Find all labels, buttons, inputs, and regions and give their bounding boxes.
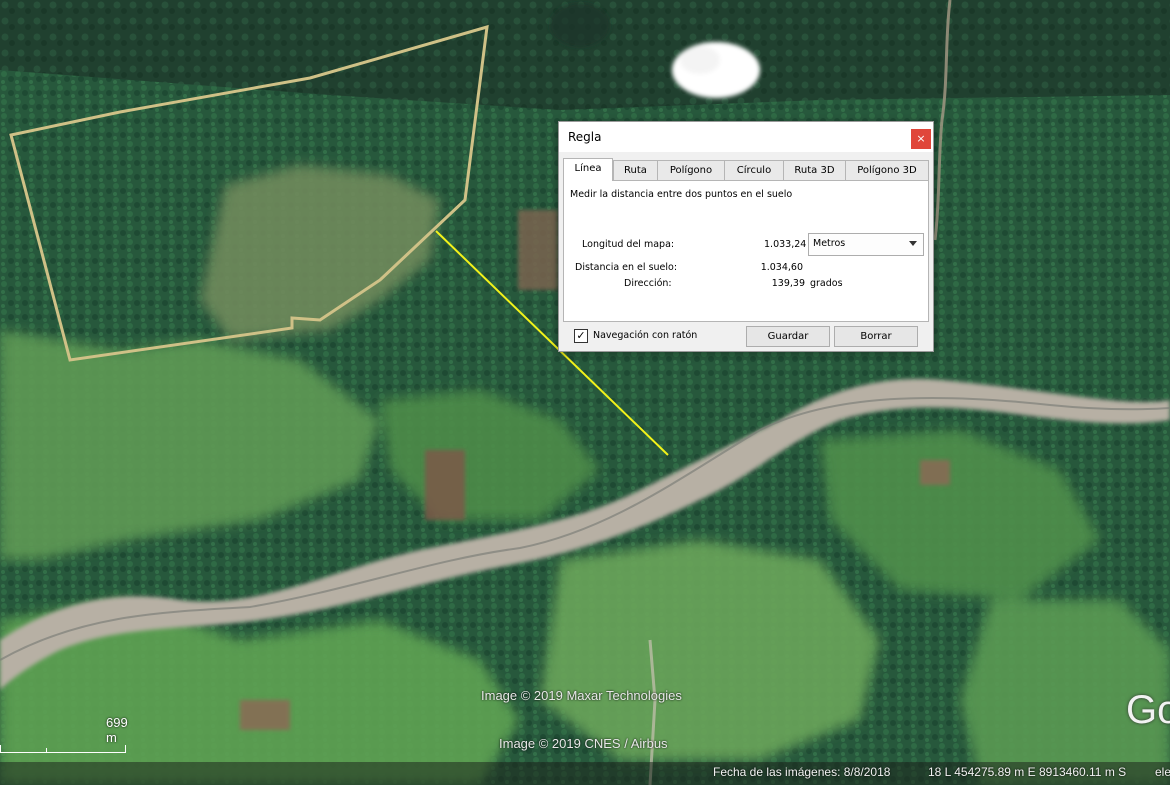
tab-poligono-3d[interactable]: Polígono 3D [845, 160, 929, 180]
imagery-credit-cnes: Image © 2019 CNES / Airbus [499, 736, 668, 751]
scale-label: 699 m [106, 715, 128, 745]
save-button[interactable]: Guardar [746, 326, 830, 347]
clear-button[interactable]: Borrar [834, 326, 918, 347]
mouse-navigation-label: Navegación con ratón [593, 330, 698, 341]
scale-line [0, 752, 126, 753]
scale-tick-end [125, 745, 126, 753]
tab-ruta-3d[interactable]: Ruta 3D [783, 160, 846, 180]
ruler-dialog: Regla × Línea Ruta Polígono Círculo Ruta… [558, 121, 934, 352]
scale-bar: 699 m [0, 715, 128, 755]
unit-select[interactable]: Metros [808, 233, 924, 256]
chevron-down-icon [909, 241, 917, 246]
direction-label: Dirección: [624, 278, 672, 289]
google-logo: Go [1126, 688, 1170, 732]
map-length-label: Longitud del mapa: [582, 239, 675, 250]
scale-tick-start [0, 745, 1, 753]
imagery-credit-maxar: Image © 2019 Maxar Technologies [481, 688, 682, 703]
tab-panel-linea: Medir la distancia entre dos puntos en e… [563, 180, 929, 322]
tab-circulo[interactable]: Círculo [724, 160, 784, 180]
close-button[interactable]: × [911, 129, 931, 149]
tab-ruta[interactable]: Ruta [613, 160, 658, 180]
ruler-tabs: Línea Ruta Polígono Círculo Ruta 3D Polí… [563, 158, 929, 181]
scale-tick-mid [46, 748, 47, 753]
ground-distance-label: Distancia en el suelo: [575, 262, 678, 273]
direction-unit: grados [810, 278, 843, 289]
mouse-navigation-checkbox[interactable]: ✓ [574, 329, 588, 343]
map-length-value: 1.033,24 [764, 239, 807, 250]
ground-distance-value: 1.034,60 [760, 262, 803, 273]
unit-select-value: Metros [813, 238, 846, 249]
cursor-coordinates: 18 L 454275.89 m E 8913460.11 m S [928, 765, 1127, 779]
tab-linea[interactable]: Línea [563, 158, 613, 181]
elevation-readout: ele [1155, 765, 1170, 779]
close-icon: × [916, 132, 926, 145]
dialog-title: Regla [568, 130, 602, 144]
imagery-date: Fecha de las imágenes: 8/8/2018 [713, 765, 891, 779]
tab-poligono[interactable]: Polígono [657, 160, 725, 180]
tab-description: Medir la distancia entre dos puntos en e… [570, 189, 793, 200]
checkmark-icon: ✓ [576, 329, 586, 342]
dialog-titlebar[interactable]: Regla × [559, 122, 933, 152]
satellite-map[interactable] [0, 0, 1170, 785]
direction-value: 139,39 [771, 278, 805, 289]
status-bar: Fecha de las imágenes: 8/8/2018 18 L 454… [0, 762, 1170, 785]
